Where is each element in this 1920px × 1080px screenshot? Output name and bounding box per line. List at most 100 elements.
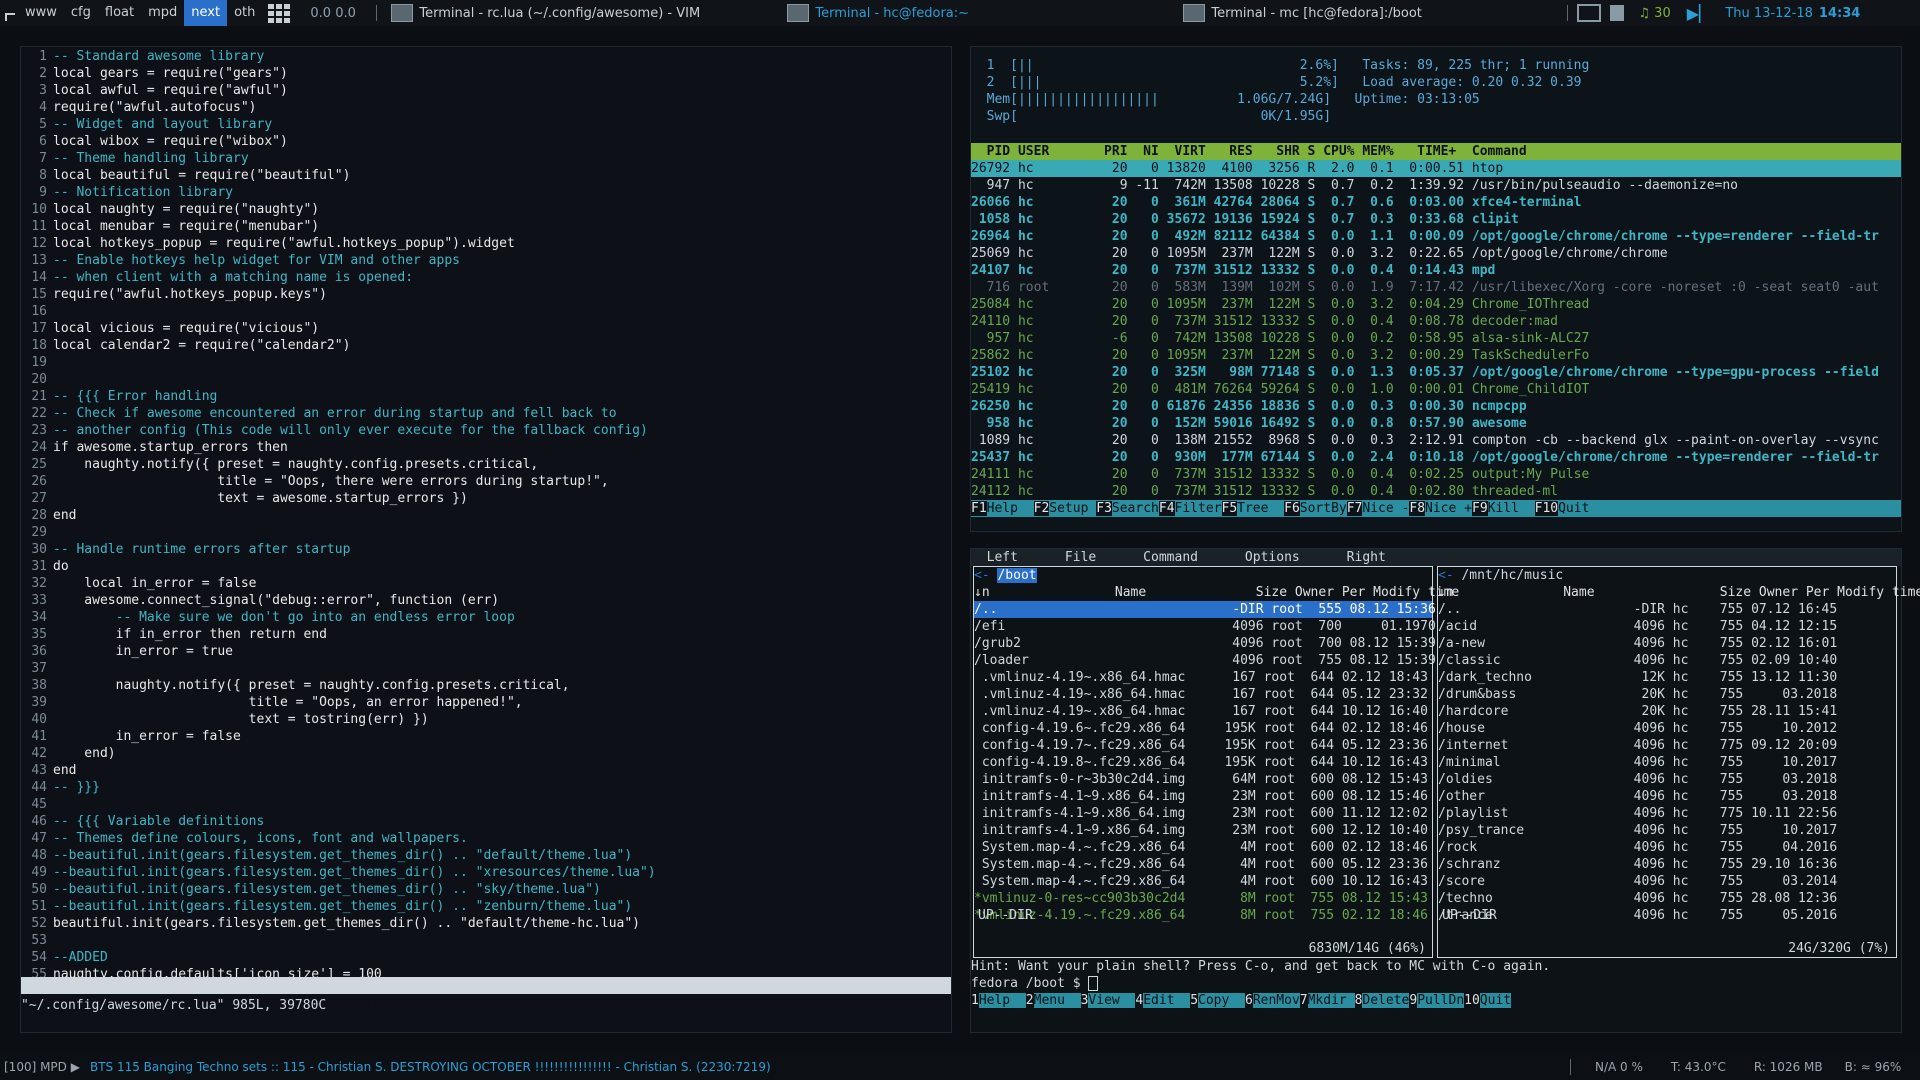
file-row[interactable]: *vmlinuz-0-res~cc903b30c2d4 8M root 755 … <box>974 890 1432 907</box>
file-row[interactable]: config-4.19.6~.fc29.x86_64 195K root 644… <box>974 720 1432 737</box>
code-line[interactable]: 1 -- Standard awesome library <box>21 48 951 65</box>
fkey-label[interactable]: Delete <box>1362 993 1410 1008</box>
fkey-label[interactable]: View <box>1088 993 1136 1008</box>
fkey-F1[interactable]: F1 <box>971 501 987 516</box>
fkey-label[interactable]: Setup <box>1049 501 1096 516</box>
code-line[interactable]: 24 if awesome.startup_errors then <box>21 439 951 456</box>
code-line[interactable]: 46 -- {{{ Variable definitions <box>21 813 951 830</box>
code-line[interactable]: 8 local beautiful = require("beautiful") <box>21 167 951 184</box>
process-row[interactable]: 25862 hc 20 0 1095M 237M 122M S 0.0 3.2 … <box>971 347 1901 364</box>
right-path[interactable]: /mnt/hc/music <box>1461 568 1563 583</box>
code-line[interactable]: 10 local naughty = require("naughty") <box>21 201 951 218</box>
tag-mpd[interactable]: mpd <box>141 0 184 26</box>
next-track-icon[interactable]: ▶▏ <box>1687 4 1712 23</box>
htop-function-keys[interactable]: F1Help F2Setup F3SearchF4FilterF5Tree F6… <box>971 500 1901 517</box>
fkey-F4[interactable]: F4 <box>1158 501 1175 516</box>
htop-header[interactable]: PID USER PRI NI VIRT RES SHR S CPU% MEM%… <box>971 143 1901 160</box>
fkey-label[interactable]: Mkdir <box>1307 993 1355 1008</box>
file-row[interactable]: /.. -DIR root 555 08.12 15:36 <box>974 601 1436 618</box>
code-line[interactable]: 27 text = awesome.startup_errors }) <box>21 490 951 507</box>
task-mc[interactable]: Terminal - mc [hc@fedora]:/boot <box>1175 0 1561 26</box>
process-row[interactable]: 1089 hc 20 0 138M 21552 8968 S 0.0 0.3 2… <box>971 432 1901 449</box>
code-line[interactable]: 44 -- }}} <box>21 779 951 796</box>
process-row[interactable]: 1058 hc 20 0 35672 19136 15924 S 0.7 0.3… <box>971 211 1901 228</box>
right-panel[interactable]: <- /mnt/hc/music ↓n Name Size Owner Per … <box>1437 566 1920 958</box>
mc-function-keys[interactable]: 1Help 2Menu 3View 4Edit 5Copy 6RenMov7Mk… <box>971 992 1901 1009</box>
file-row[interactable]: .vmlinuz-4.19~.x86_64.hmac 167 root 644 … <box>974 686 1432 703</box>
fkey-F9[interactable]: F9 <box>1472 501 1488 516</box>
code-line[interactable]: 49 --beautiful.init(gears.filesystem.get_… <box>21 864 951 881</box>
code-line[interactable]: 36 in_error = true <box>21 643 951 660</box>
fkey-2[interactable]: 2 <box>1025 993 1034 1008</box>
fkey-label[interactable]: Help <box>987 501 1034 516</box>
code-line[interactable]: 38 naughty.notify({ preset = naughty.con… <box>21 677 951 694</box>
code-line[interactable]: 12 local hotkeys_popup = require("awful.h… <box>21 235 951 252</box>
process-row[interactable]: 947 hc 9 -11 742M 13508 10228 S 0.7 0.2 … <box>971 177 1901 194</box>
process-row[interactable]: 24112 hc 20 0 737M 31512 13332 S 0.0 0.4… <box>971 483 1901 500</box>
tag-float[interactable]: float <box>98 0 141 26</box>
code-line[interactable]: 9 -- Notification library <box>21 184 951 201</box>
process-row[interactable]: 26792 hc 20 0 13820 4100 3256 R 2.0 0.1 … <box>971 160 1901 177</box>
fkey-F8[interactable]: F8 <box>1409 501 1426 516</box>
file-row[interactable]: /hardcore 20K hc 755 28.11 15:41 <box>1438 703 1896 720</box>
code-line[interactable]: 31 do <box>21 558 951 575</box>
tag-next[interactable]: next <box>184 0 228 26</box>
code-line[interactable]: 30 -- Handle runtime errors after startup <box>21 541 951 558</box>
code-line[interactable]: 37 <box>21 660 951 677</box>
file-row[interactable]: /house 4096 hc 755 10.2012 <box>1438 720 1896 737</box>
fkey-F3[interactable]: F3 <box>1096 501 1112 516</box>
process-row[interactable]: 957 hc -6 0 742M 13508 10228 S 0.0 0.2 0… <box>971 330 1901 347</box>
fkey-label[interactable]: RenMov <box>1252 993 1300 1008</box>
file-row[interactable]: /acid 4096 hc 755 04.12 12:15 <box>1438 618 1896 635</box>
file-row[interactable]: /a-new 4096 hc 755 02.12 16:01 <box>1438 635 1896 652</box>
file-row[interactable]: /score 4096 hc 755 03.2014 <box>1438 873 1896 890</box>
fkey-10[interactable]: 10 <box>1464 993 1480 1008</box>
file-row[interactable]: /grub2 4096 root 700 08.12 15:39 <box>974 635 1436 652</box>
code-line[interactable]: 23 -- another config (This code will only… <box>21 422 951 439</box>
mpd-status[interactable]: [100] MPD ▶ <box>4 1060 80 1074</box>
fkey-label[interactable]: Quit <box>1479 993 1512 1008</box>
file-row[interactable]: System.map-4.~.fc29.x86_64 4M root 600 0… <box>974 856 1432 873</box>
file-row[interactable]: .vmlinuz-4.19~.x86_64.hmac 167 root 644 … <box>974 703 1432 720</box>
fkey-label[interactable]: Tree <box>1237 501 1284 516</box>
fkey-label[interactable]: Nice - <box>1362 501 1409 516</box>
process-row[interactable]: 25084 hc 20 0 1095M 237M 122M S 0.0 3.2 … <box>971 296 1901 313</box>
process-row[interactable]: 24107 hc 20 0 737M 31512 13332 S 0.0 0.4… <box>971 262 1901 279</box>
code-line[interactable]: 5 -- Widget and layout library <box>21 116 951 133</box>
code-line[interactable]: 14 -- when client with a matching name is… <box>21 269 951 286</box>
code-line[interactable]: 28 end <box>21 507 951 524</box>
code-line[interactable]: 54 --ADDED <box>21 949 951 966</box>
process-row[interactable]: 25419 hc 20 0 481M 76264 59264 S 0.0 1.0… <box>971 381 1901 398</box>
file-row[interactable]: /dark_techno 12K hc 755 13.12 11:30 <box>1438 669 1896 686</box>
vim-window[interactable]: 1 -- Standard awesome library 2 local gears… <box>20 46 952 1033</box>
tag-www[interactable]: www <box>18 0 64 26</box>
process-row[interactable]: 26066 hc 20 0 361M 42764 28064 S 0.7 0.6… <box>971 194 1901 211</box>
tag-oth[interactable]: oth <box>227 0 262 26</box>
code-line[interactable]: 4 require("awful.autofocus") <box>21 99 951 116</box>
fkey-label[interactable]: Copy <box>1198 993 1245 1008</box>
code-line[interactable]: 52 beautiful.init(gears.filesystem.get_th… <box>21 915 951 932</box>
fkey-label[interactable]: Help <box>978 993 1026 1008</box>
process-row[interactable]: 24111 hc 20 0 737M 31512 13332 S 0.0 0.4… <box>971 466 1901 483</box>
code-line[interactable]: 22 -- Check if awesome encountered an err… <box>21 405 951 422</box>
htop-window[interactable]: 1 [|| 2.6%] Tasks: 89, 225 thr; 1 runnin… <box>970 46 1902 532</box>
mpd-track[interactable]: BTS 115 Banging Techno sets :: 115 - Chr… <box>90 1060 1170 1074</box>
file-row[interactable]: /loader 4096 root 755 08.12 15:39 <box>974 652 1436 669</box>
process-row[interactable]: 26250 hc 20 0 61876 24356 18836 S 0.0 0.… <box>971 398 1901 415</box>
process-list[interactable]: 26792 hc 20 0 13820 4100 3256 R 2.0 0.1 … <box>971 160 1901 500</box>
process-row[interactable]: 25437 hc 20 0 930M 177M 67144 S 0.0 2.4 … <box>971 449 1901 466</box>
code-line[interactable]: 45 <box>21 796 951 813</box>
code-line[interactable]: 16 <box>21 303 951 320</box>
file-row[interactable]: /rock 4096 hc 755 04.2016 <box>1438 839 1896 856</box>
launcher-icon[interactable] <box>0 0 18 26</box>
fkey-label[interactable]: SortBy <box>1300 501 1347 516</box>
code-line[interactable]: 20 <box>21 371 951 388</box>
process-row[interactable]: 24110 hc 20 0 737M 31512 13332 S 0.0 0.4… <box>971 313 1901 330</box>
code-line[interactable]: 48 --beautiful.init(gears.filesystem.get_… <box>21 847 951 864</box>
file-row[interactable]: /techno 4096 hc 755 28.08 12:36 <box>1438 890 1896 907</box>
date[interactable]: Thu 13-12-18 <box>1725 6 1813 21</box>
left-file-list[interactable]: /.. -DIR root 555 08.12 15:36/efi 4096 r… <box>974 601 1436 924</box>
code-line[interactable]: 42 end) <box>21 745 951 762</box>
file-row[interactable]: *vmlinuz-4.19.~.fc29.x86_64 8M root 755 … <box>974 907 1432 924</box>
code-line[interactable]: 29 <box>21 524 951 541</box>
